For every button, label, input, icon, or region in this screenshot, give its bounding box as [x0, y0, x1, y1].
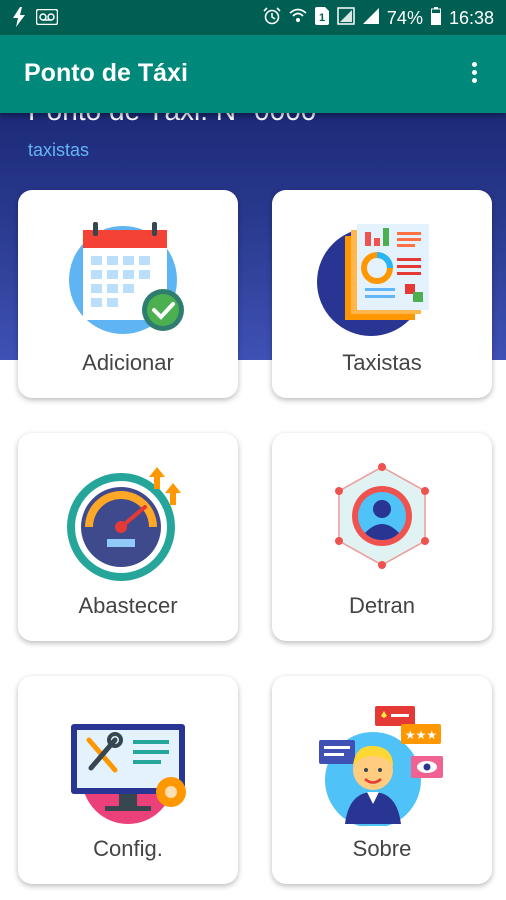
- card-label: Sobre: [352, 836, 412, 861]
- card-label: Taxistas: [342, 350, 422, 375]
- fuel-gauge-icon: [63, 453, 193, 583]
- card-adicionar[interactable]: Adicionar: [18, 190, 238, 398]
- alarm-icon: [263, 7, 281, 30]
- person-feedback-icon: ★★★: [317, 696, 447, 828]
- voicemail-icon: [35, 8, 59, 30]
- battery-percent: 74%: [386, 8, 423, 28]
- monitor-tools-icon: [63, 696, 193, 826]
- card-config[interactable]: Config.: [18, 676, 238, 884]
- card-label: Config.: [93, 836, 163, 861]
- card-sobre[interactable]: ★★★ Sobre: [272, 676, 492, 884]
- user-network-icon: [317, 453, 447, 583]
- signal-icon: [362, 8, 379, 29]
- status-bar: 1 74% 16:38: [0, 0, 506, 35]
- signal-box-icon: [337, 7, 355, 30]
- overflow-menu-icon[interactable]: [462, 59, 486, 91]
- battery-icon: [430, 7, 441, 30]
- app-title: Ponto de Táxi: [24, 59, 188, 87]
- calendar-check-icon: [63, 210, 193, 340]
- app-bar: Ponto de Táxi: [0, 35, 506, 113]
- svg-text:★★★: ★★★: [405, 728, 437, 742]
- report-documents-icon: [317, 210, 447, 340]
- svg-text:1: 1: [319, 12, 325, 24]
- card-label: Adicionar: [82, 350, 174, 375]
- card-abastecer[interactable]: Abastecer: [18, 433, 238, 641]
- card-label: Abastecer: [78, 593, 178, 618]
- hero-subtitle[interactable]: taxistas: [28, 140, 89, 161]
- sim-one-icon: 1: [314, 7, 329, 30]
- card-detran[interactable]: Detran: [272, 433, 492, 641]
- flash-icon: [12, 7, 26, 32]
- card-taxistas[interactable]: Taxistas: [272, 190, 492, 398]
- wifi-icon: [289, 7, 307, 30]
- clock-time: 16:38: [448, 8, 494, 28]
- card-label: Detran: [348, 593, 416, 618]
- hero-title: Ponto de Táxi: Nº 0000: [28, 113, 316, 127]
